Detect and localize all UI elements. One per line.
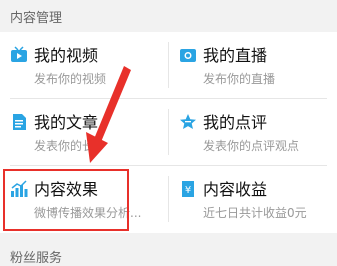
income-icon: ¥ bbox=[182, 181, 194, 197]
menu-item-title: 内容收益 bbox=[203, 180, 268, 199]
divider bbox=[168, 176, 169, 222]
menu-item-title: 我的点评 bbox=[203, 113, 268, 132]
svg-text:¥: ¥ bbox=[185, 185, 191, 196]
highlight-annotation bbox=[3, 169, 129, 231]
menu-item-title: 我的视频 bbox=[34, 46, 99, 65]
section-title: 内容管理 bbox=[0, 0, 337, 31]
divider bbox=[10, 98, 327, 99]
menu-item-subtitle: 发布你的视频 bbox=[34, 72, 107, 86]
menu-item-my-videos[interactable]: 我的视频 发布你的视频 bbox=[0, 32, 168, 98]
menu-item-subtitle: 发表你的长 bbox=[34, 139, 95, 153]
menu-item-subtitle: 发表你的点评观点 bbox=[203, 139, 300, 153]
menu-item-my-reviews[interactable]: 我的点评 发表你的点评观点 bbox=[169, 99, 337, 165]
menu-item-title: 我的直播 bbox=[203, 46, 268, 65]
menu-item-title: 我的文章 bbox=[34, 113, 99, 132]
divider bbox=[168, 109, 169, 155]
menu-item-subtitle: 近七日共计收益0元 bbox=[203, 206, 307, 220]
menu-item-content-income[interactable]: ¥ 内容收益 近七日共计收益0元 bbox=[169, 166, 337, 232]
next-section-title: 粉丝服务 bbox=[10, 251, 63, 266]
video-icon bbox=[11, 46, 27, 62]
star-comment-icon bbox=[180, 114, 196, 129]
menu-item-my-live[interactable]: 我的直播 发布你的直播 bbox=[169, 32, 337, 98]
divider bbox=[10, 165, 327, 166]
divider bbox=[168, 42, 169, 88]
document-icon bbox=[13, 114, 26, 130]
menu-item-subtitle: 发布你的直播 bbox=[203, 72, 276, 86]
camera-icon bbox=[180, 49, 196, 62]
menu-item-my-articles[interactable]: 我的文章 发表你的长 bbox=[0, 99, 168, 165]
